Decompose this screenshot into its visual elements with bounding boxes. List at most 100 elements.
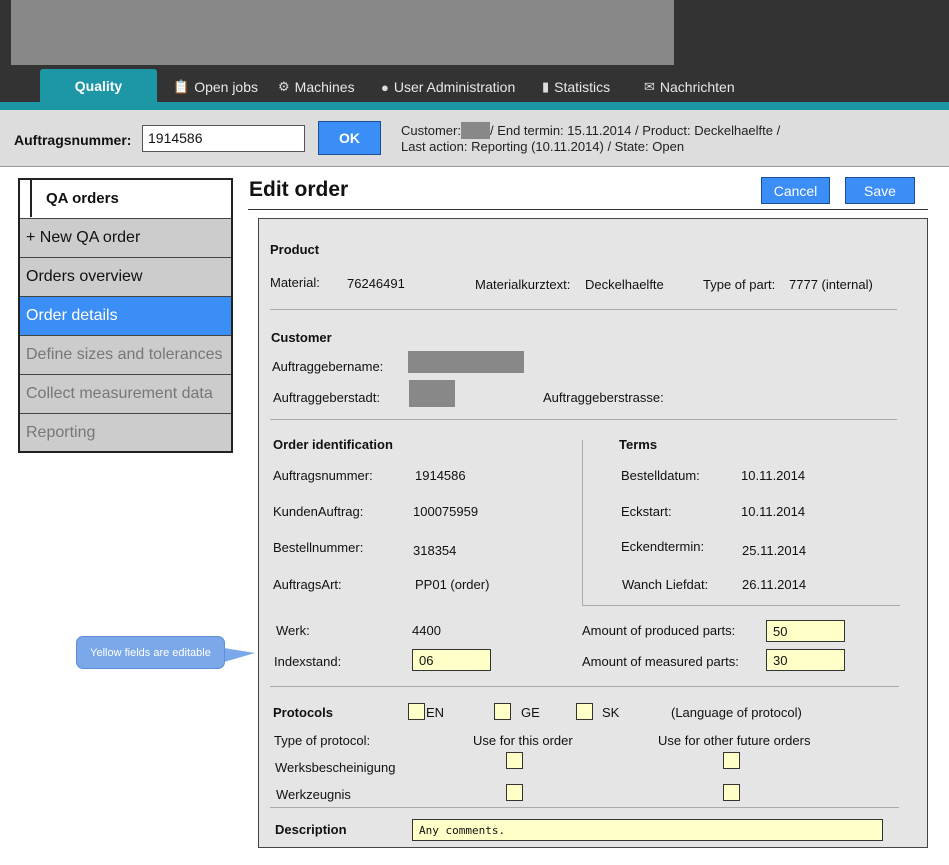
lang-sk-checkbox[interactable] [576, 703, 593, 720]
use-future-orders-label: Use for other future orders [658, 733, 811, 748]
sidebar-item-new-qa-order[interactable]: + New QA order [20, 218, 231, 257]
sidebar-item-reporting[interactable]: Reporting [20, 413, 231, 451]
use-this-order-label: Use for this order [473, 733, 573, 748]
gear-icon: ⚙ [278, 79, 290, 94]
bestelldatum-value: 10.11.2014 [741, 468, 806, 483]
lang-en-label: EN [426, 705, 445, 720]
lang-note: (Language of protocol) [671, 705, 802, 720]
bestellnummer-label: Bestellnummer: [273, 540, 364, 555]
material-value: 76246491 [347, 276, 405, 291]
description-header: Description [275, 822, 347, 837]
type-of-part-label: Type of part: [703, 277, 776, 292]
werk-value: 4400 [412, 623, 441, 638]
indexstand-input[interactable]: 06 [412, 649, 491, 671]
tab-machines-label: Machines [294, 79, 355, 95]
werksbescheinigung-this-checkbox[interactable] [506, 752, 523, 769]
order-info-line2: Last action: Reporting (10.11.2014) / St… [401, 139, 685, 154]
sidebar-title-divider [30, 179, 32, 217]
section-divider [270, 419, 897, 420]
auftragsart-value: PP01 (order) [415, 577, 490, 592]
section-divider [270, 807, 899, 808]
tab-statistics[interactable]: ▮ Statistics [542, 72, 610, 102]
info-customer-label: Customer: [401, 123, 461, 138]
tab-user-administration[interactable]: ● User Administration [381, 72, 515, 102]
wanch-liefdat-label: Wanch Liefdat: [622, 577, 709, 592]
customer-name-label: Auftraggebername: [272, 359, 384, 374]
tab-open-jobs-label: Open jobs [194, 79, 259, 95]
header-banner-redacted [11, 0, 674, 65]
tab-user-administration-label: User Administration [393, 79, 516, 95]
type-of-part-value: 7777 (internal) [789, 277, 873, 292]
users-icon: ● [381, 79, 389, 95]
bestellnummer-value: 318354 [413, 543, 457, 558]
column-divider [582, 440, 583, 606]
werkzeugnis-label: Werkzeugnis [276, 787, 351, 802]
save-button[interactable]: Save [845, 177, 915, 204]
order-identification-header: Order identification [273, 437, 393, 452]
product-header: Product [270, 242, 320, 257]
werkzeugnis-this-checkbox[interactable] [506, 784, 523, 801]
tab-quality[interactable]: Quality [40, 69, 157, 103]
eckstart-label: Eckstart: [621, 504, 672, 519]
order-form-panel [258, 218, 928, 848]
editable-fields-callout: Yellow fields are editable [76, 636, 225, 669]
produced-parts-input[interactable]: 50 [766, 620, 845, 642]
customer-city-redacted [409, 380, 455, 407]
measured-parts-input[interactable]: 30 [766, 649, 845, 671]
customer-redacted [460, 122, 490, 139]
sidebar-item-define-sizes[interactable]: Define sizes and tolerances [20, 335, 231, 374]
cancel-button[interactable]: Cancel [761, 177, 830, 204]
tab-open-jobs[interactable]: 📋 Open jobs [173, 72, 258, 102]
eckendtermin-value: 25.11.2014 [742, 543, 807, 558]
description-input[interactable]: Any comments. [412, 819, 883, 841]
bar-chart-icon: ▮ [542, 79, 550, 94]
indexstand-label: Indexstand: [274, 654, 342, 669]
kurztext-value: Deckelhaelfte [585, 277, 664, 292]
page-title: Edit order [249, 178, 349, 201]
eckendtermin-label: Eckendtermin: [621, 539, 705, 554]
ok-button[interactable]: OK [318, 121, 381, 155]
nav-accent-line [0, 102, 949, 110]
lang-en-checkbox[interactable] [408, 703, 425, 720]
customer-header: Customer [271, 330, 332, 345]
kundenauftrag-value: 100075959 [413, 504, 479, 519]
sidebar-item-order-details[interactable]: Order details [20, 296, 231, 335]
eckstart-value: 10.11.2014 [741, 504, 806, 519]
werk-label: Werk: [276, 623, 310, 638]
tab-nachrichten[interactable]: ✉ Nachrichten [644, 72, 735, 102]
order-info-line1: Customer: / End termin: 15.11.2014 / Prod… [401, 122, 780, 139]
produced-parts-label: Amount of produced parts: [582, 623, 736, 638]
callout-pointer [224, 648, 255, 662]
type-of-protocol-label: Type of protocol: [274, 733, 371, 748]
tab-quality-label: Quality [74, 78, 123, 94]
material-label: Material: [270, 275, 320, 290]
tab-statistics-label: Statistics [554, 79, 611, 95]
sidebar-title: QA orders [46, 190, 119, 207]
protocols-header: Protocols [273, 705, 333, 720]
customer-name-redacted [408, 351, 524, 373]
title-divider [248, 209, 928, 210]
sidebar-item-collect-measurement[interactable]: Collect measurement data [20, 374, 231, 413]
terms-header: Terms [619, 437, 658, 452]
lang-ge-checkbox[interactable] [494, 703, 511, 720]
section-divider [270, 309, 897, 310]
order-number-input[interactable]: 1914586 [142, 125, 305, 152]
order-number-label: Auftragsnummer: [14, 132, 132, 148]
werksbescheinigung-future-checkbox[interactable] [723, 752, 740, 769]
auftragsnummer-label: Auftragsnummer: [273, 468, 373, 483]
bestelldatum-label: Bestelldatum: [621, 468, 700, 483]
auftragsnummer-value: 1914586 [415, 468, 466, 483]
werkzeugnis-future-checkbox[interactable] [723, 784, 740, 801]
measured-parts-label: Amount of measured parts: [582, 654, 739, 669]
customer-city-label: Auftraggeberstadt: [273, 390, 380, 405]
info-line1-rest: / End termin: 15.11.2014 / Product: Deck… [489, 123, 781, 138]
section-divider [270, 686, 899, 687]
envelope-icon: ✉ [644, 79, 655, 94]
lang-ge-label: GE [521, 705, 540, 720]
lang-sk-label: SK [602, 705, 620, 720]
clipboard-icon: 📋 [173, 79, 190, 94]
customer-street-label: Auftraggeberstrasse: [543, 390, 664, 405]
sidebar-item-orders-overview[interactable]: Orders overview [20, 257, 231, 296]
tab-machines[interactable]: ⚙ Machines [278, 72, 355, 102]
tab-nachrichten-label: Nachrichten [659, 79, 735, 95]
